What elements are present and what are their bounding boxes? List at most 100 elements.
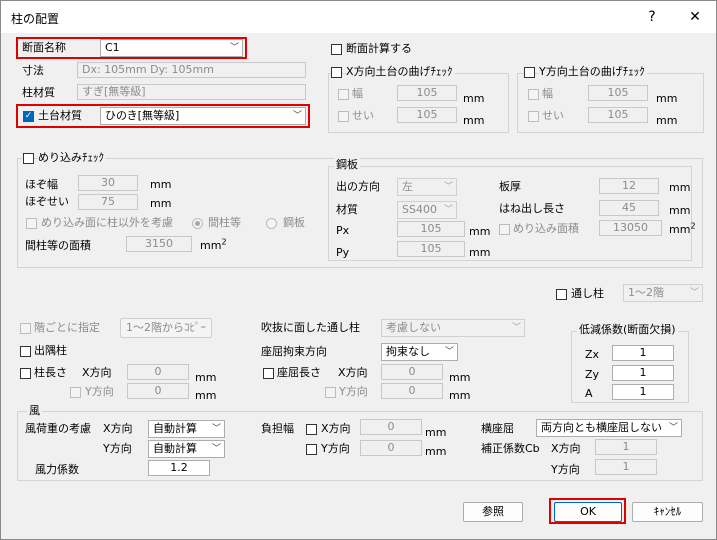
a-field[interactable]: 1	[612, 384, 674, 400]
px-field[interactable]: 105	[397, 221, 465, 237]
y-height-checkbox[interactable]	[528, 111, 539, 122]
close-icon[interactable]: ✕	[685, 7, 705, 27]
chevron-down-icon: ﹀	[211, 444, 221, 454]
projection-length-unit: mm	[669, 204, 691, 217]
buckling-length-y-field[interactable]: 0	[381, 383, 443, 399]
reference-button[interactable]: 参照	[463, 502, 523, 522]
embedment-check-checkbox[interactable]	[23, 153, 34, 164]
embed-area-field[interactable]: 13050	[599, 220, 662, 236]
buckling-restraint-select[interactable]: 拘束なし ﹀	[381, 343, 458, 361]
px-label: Px	[336, 224, 350, 237]
cancel-button[interactable]: ｷｬﾝｾﾙ	[632, 502, 703, 522]
wind-coef-field[interactable]: 1.2	[148, 460, 210, 476]
column-material-field: すぎ[無等級]	[77, 84, 306, 100]
embed-area-checkbox[interactable]	[499, 224, 510, 235]
x-height-field[interactable]: 105	[397, 107, 457, 123]
share-y-checkbox[interactable]	[306, 444, 317, 455]
wind-title: 風	[27, 404, 42, 418]
embed-other-checkbox[interactable]	[26, 218, 37, 229]
y-width-field[interactable]: 105	[588, 85, 648, 101]
steel-material-label: 材質	[336, 203, 358, 216]
column-placement-dialog: 柱の配置 ? ✕ 断面名称 C1 ﹀ 寸法 Dx: 105mm Dy: 105mm…	[0, 0, 717, 540]
buckling-length-y-checkbox[interactable]	[325, 387, 336, 398]
column-length-x-field[interactable]: 0	[127, 364, 189, 380]
copy-from-floor-button[interactable]: 1～2階からｺﾋﾟｰ	[120, 318, 212, 338]
atrium-column-select[interactable]: 考慮しない ﹀	[381, 319, 525, 337]
x-width-field[interactable]: 105	[397, 85, 457, 101]
highlight-box-ok	[549, 498, 626, 524]
column-length-y-label: Y方向	[85, 385, 114, 398]
buckling-length-x-label: X方向	[338, 366, 368, 379]
py-field[interactable]: 105	[397, 241, 465, 257]
buckling-length-x-field[interactable]: 0	[381, 364, 443, 380]
embed-other-label: めり込み面に柱以外を考慮	[41, 216, 173, 229]
through-column-label: 通し柱	[571, 287, 604, 300]
x-bending-check-label: X方向土台の曲げﾁｪｯｸ	[346, 65, 455, 79]
column-length-y-unit: mm	[195, 389, 217, 402]
column-length-y-field[interactable]: 0	[127, 383, 189, 399]
px-unit: mm	[469, 225, 491, 238]
chevron-down-icon: ﹀	[689, 288, 699, 298]
per-floor-label: 階ごとに指定	[34, 321, 100, 334]
y-width-label: 幅	[542, 87, 553, 100]
wind-coef-label: 風力係数	[35, 463, 79, 476]
x-width-checkbox[interactable]	[338, 89, 349, 100]
wind-y-label: Y方向	[103, 442, 132, 455]
y-height-field[interactable]: 105	[588, 107, 648, 123]
atrium-column-label: 吹抜に面した通し柱	[261, 321, 360, 334]
share-x-field[interactable]: 0	[360, 419, 422, 435]
lateral-buckling-select[interactable]: 両方向とも横座屈しない ﹀	[536, 419, 682, 437]
zy-field[interactable]: 1	[612, 365, 674, 381]
y-height-unit: mm	[656, 114, 678, 127]
embed-area-label: めり込み面積	[513, 222, 579, 235]
direction-label: 出の方向	[336, 180, 380, 193]
share-y-field[interactable]: 0	[360, 440, 422, 456]
through-column-checkbox[interactable]	[556, 289, 567, 300]
column-length-y-checkbox[interactable]	[70, 387, 81, 398]
steel-material-select[interactable]: SS400 ﹀	[397, 201, 457, 219]
chevron-down-icon: ﹀	[444, 347, 454, 357]
stud-radio[interactable]	[192, 218, 203, 229]
wind-x-select[interactable]: 自動計算 ﹀	[148, 420, 225, 438]
a-label: A	[585, 387, 593, 400]
wind-y-select[interactable]: 自動計算 ﹀	[148, 440, 225, 458]
y-bending-check-checkbox[interactable]	[524, 67, 535, 78]
x-height-checkbox[interactable]	[338, 111, 349, 122]
share-x-checkbox[interactable]	[306, 424, 317, 435]
corner-column-checkbox[interactable]	[20, 346, 31, 357]
corner-column-label: 出隅柱	[34, 344, 67, 357]
highlight-box-section	[16, 37, 247, 59]
x-height-label: せい	[352, 109, 374, 122]
buckling-length-checkbox[interactable]	[263, 368, 274, 379]
share-width-label: 負担幅	[261, 422, 294, 435]
y-width-checkbox[interactable]	[528, 89, 539, 100]
dialog-title: 柱の配置	[11, 12, 60, 26]
buckling-restraint-label: 座屈拘束方向	[261, 345, 327, 358]
steel-plate-radio-label: 鋼板	[283, 216, 305, 229]
correction-x-field[interactable]: 1	[595, 439, 657, 455]
steel-plate-radio[interactable]	[266, 218, 277, 229]
tenon-height-field[interactable]: 75	[78, 194, 138, 210]
y-height-label: せい	[542, 109, 564, 122]
section-calc-label: 断面計算する	[346, 42, 412, 55]
stud-radio-label: 間柱等	[208, 216, 241, 229]
zx-field[interactable]: 1	[612, 345, 674, 361]
chevron-down-icon: ﹀	[668, 423, 678, 433]
chevron-down-icon: ﹀	[443, 205, 453, 215]
tenon-width-field[interactable]: 30	[78, 175, 138, 191]
through-floor-select[interactable]: 1～2階 ﹀	[623, 284, 703, 302]
buckling-length-y-unit: mm	[449, 389, 471, 402]
direction-select[interactable]: 左 ﹀	[397, 178, 457, 196]
reduction-coef-title: 低減係数(断面欠損)	[577, 323, 678, 337]
stud-area-field[interactable]: 3150	[126, 236, 192, 252]
y-width-unit: mm	[656, 92, 678, 105]
correction-y-field[interactable]: 1	[595, 459, 657, 475]
help-icon[interactable]: ?	[642, 7, 662, 27]
section-calc-checkbox[interactable]	[331, 44, 342, 55]
projection-length-field[interactable]: 45	[599, 200, 659, 216]
per-floor-checkbox[interactable]	[20, 323, 31, 334]
x-bending-check-checkbox[interactable]	[331, 67, 342, 78]
column-length-checkbox[interactable]	[20, 368, 31, 379]
plate-thickness-field[interactable]: 12	[599, 178, 659, 194]
share-x-label: X方向	[321, 422, 351, 435]
